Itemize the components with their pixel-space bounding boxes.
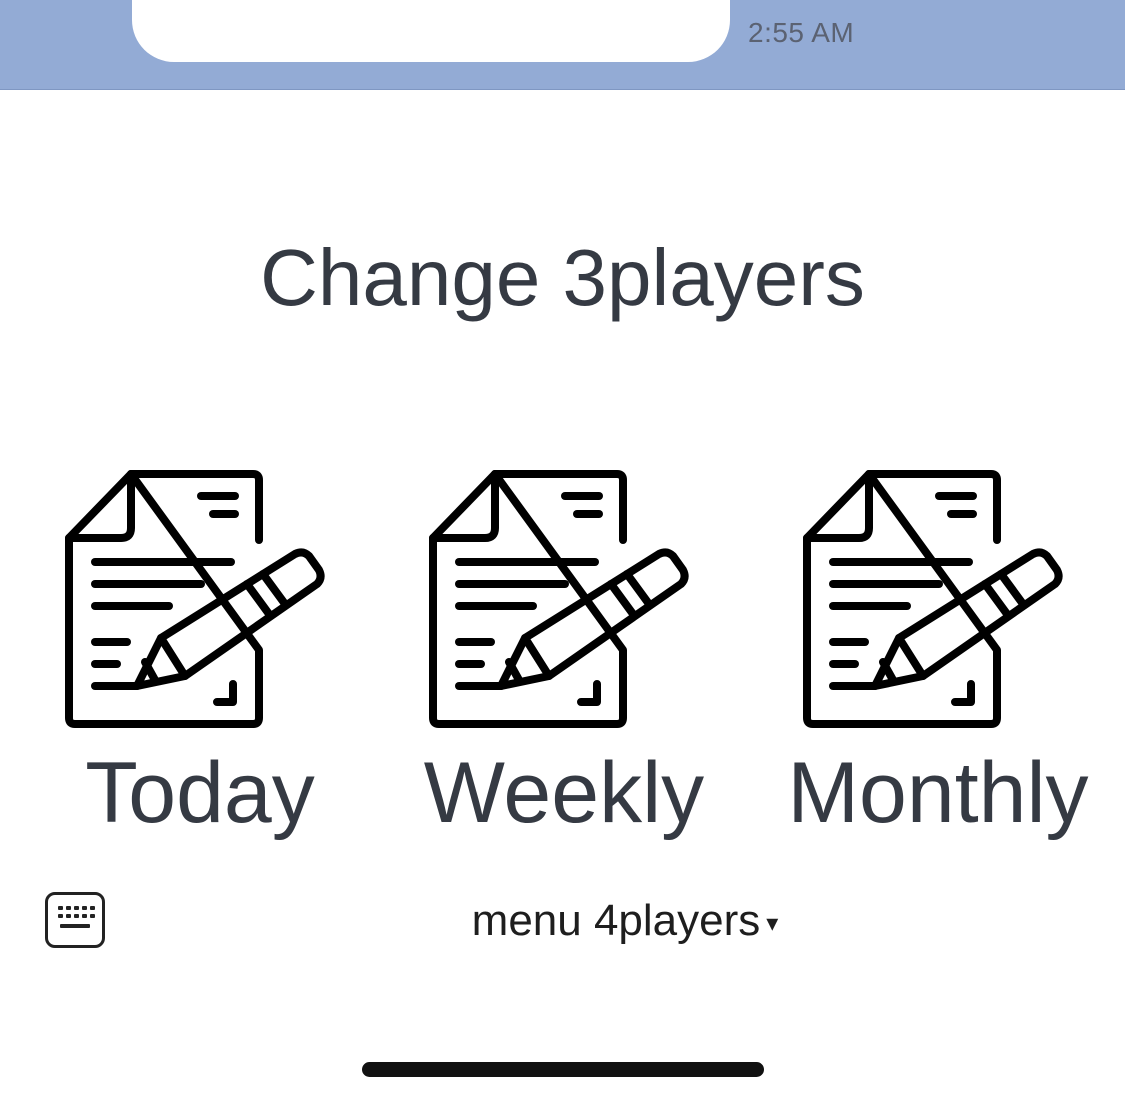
menu-dropdown-label: menu 4players: [471, 896, 761, 945]
option-today-label: Today: [85, 745, 315, 841]
page-title: Change 3players: [260, 233, 865, 322]
menu-dropdown[interactable]: menu 4players ▾: [0, 896, 1125, 946]
option-today-button[interactable]: Today: [30, 466, 370, 836]
status-bar: 2:55 AM: [0, 0, 1125, 90]
option-monthly-button[interactable]: Monthly: [768, 466, 1108, 836]
chevron-down-icon: ▾: [766, 909, 779, 937]
option-monthly-label: Monthly: [787, 745, 1089, 841]
document-edit-icon: [803, 470, 1063, 728]
option-weekly-label: Weekly: [423, 745, 705, 841]
document-edit-icon: [65, 470, 325, 728]
option-weekly-button[interactable]: Weekly: [394, 466, 734, 836]
home-indicator[interactable]: [362, 1062, 764, 1077]
status-time: 2:55 AM: [748, 17, 855, 48]
document-edit-icon: [429, 470, 689, 728]
dynamic-island-pill: [132, 0, 730, 62]
